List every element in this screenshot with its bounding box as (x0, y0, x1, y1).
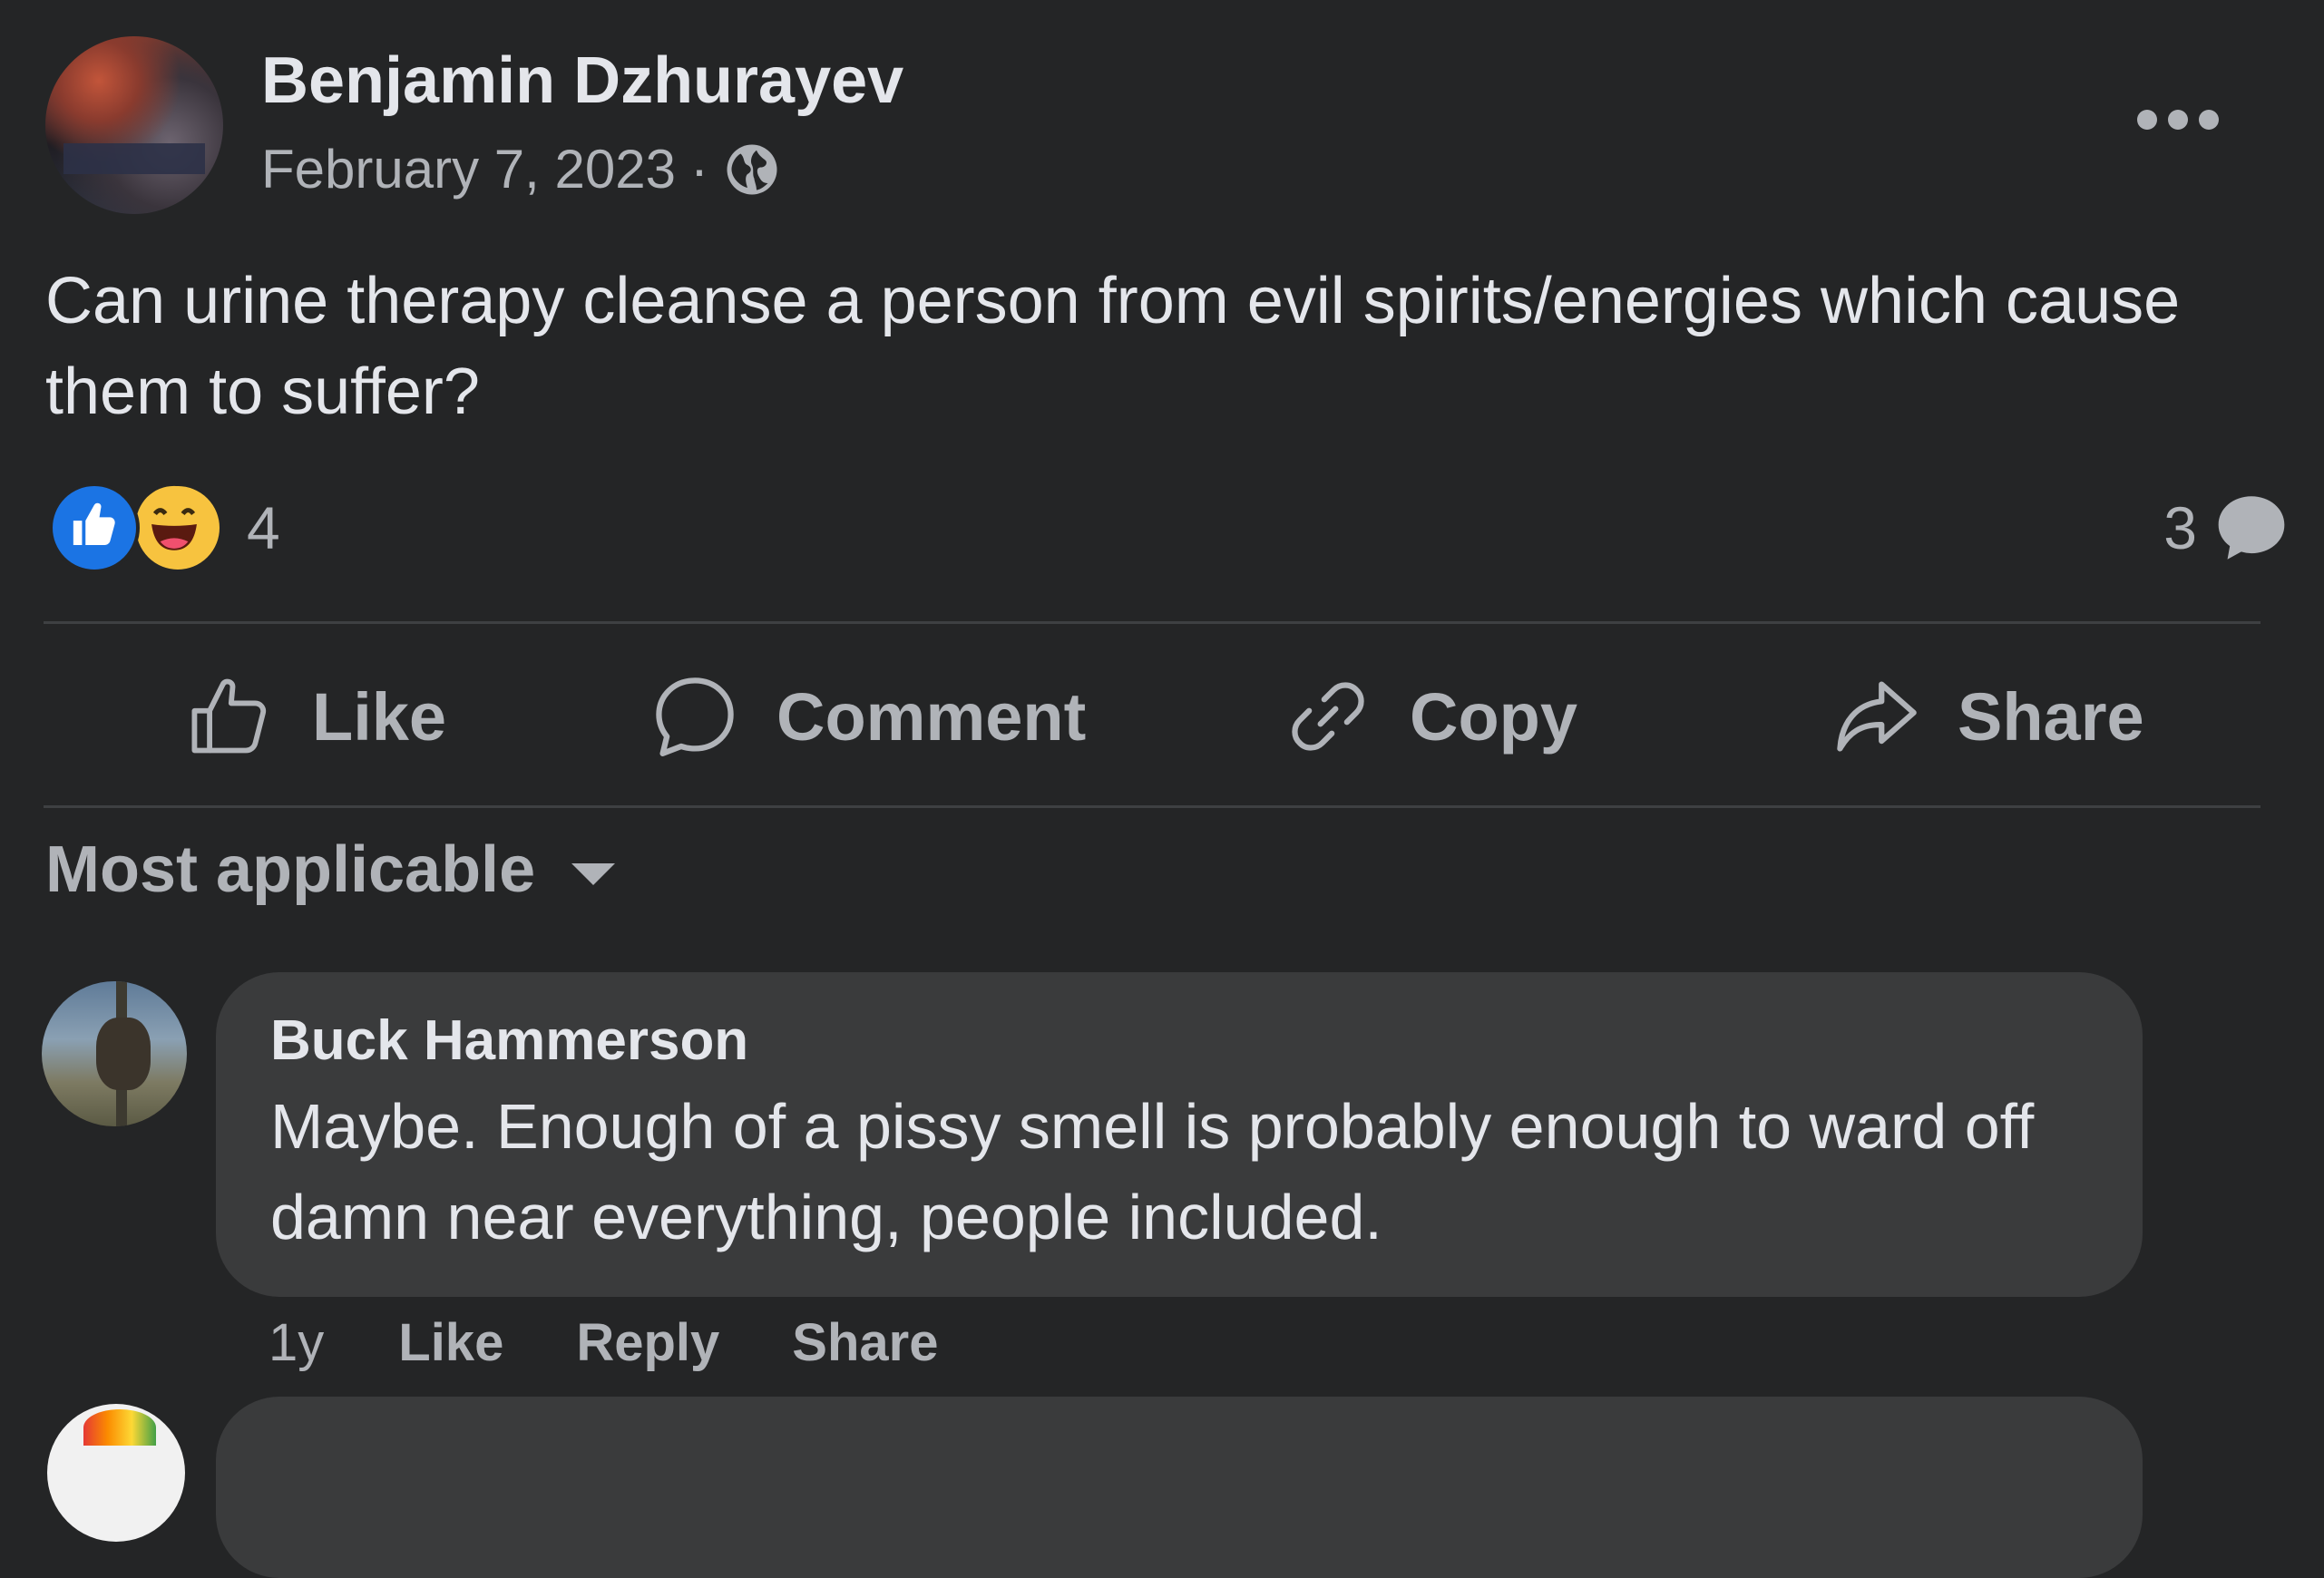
comment-count-number: 3 (2163, 494, 2197, 561)
comment-actions: 1y Like Reply Share (269, 1306, 938, 1378)
comment-label: Comment (776, 678, 1087, 755)
copy-label: Copy (1410, 678, 1577, 755)
globe-icon (727, 144, 777, 194)
reactions-summary[interactable]: 4 (49, 482, 280, 573)
comment-bubble-icon (2218, 496, 2285, 560)
post-date[interactable]: February 7, 2023 (261, 138, 676, 200)
comment-sort-dropdown[interactable]: Most applicable (45, 833, 616, 907)
next-comment-bubble (216, 1397, 2143, 1578)
haha-reaction-icon (132, 482, 223, 573)
author-name[interactable]: Benjamin Dzhurayev (261, 44, 903, 118)
comment-like-button[interactable]: Like (398, 1312, 503, 1373)
next-commenter-avatar[interactable] (47, 1404, 185, 1542)
meta-separator: · (689, 139, 708, 200)
author-avatar[interactable] (45, 36, 223, 214)
like-button[interactable]: Like (185, 662, 446, 771)
divider-bottom (44, 805, 2261, 808)
post-meta: February 7, 2023 · (261, 138, 779, 200)
commenter-name[interactable]: Buck Hammerson (270, 1008, 748, 1073)
share-label: Share (1958, 678, 2144, 755)
comment-share-button[interactable]: Share (792, 1312, 938, 1373)
comment-icon (656, 677, 734, 756)
link-icon (1292, 682, 1364, 751)
comment-age[interactable]: 1y (269, 1312, 324, 1373)
share-icon (1837, 681, 1917, 752)
sort-label: Most applicable (45, 833, 536, 906)
thumbs-up-icon (191, 678, 267, 754)
comment-text: Maybe. Enough of a pissy smell is probab… (270, 1091, 2035, 1252)
comment-button[interactable]: Comment (649, 662, 1086, 771)
post-text: Can urine therapy cleanse a person from … (45, 265, 2181, 428)
divider-top (44, 621, 2261, 624)
commenter-avatar[interactable] (42, 981, 187, 1126)
reaction-count: 4 (247, 494, 280, 561)
comment-count[interactable]: 3 (2163, 486, 2288, 570)
comment-reply-button[interactable]: Reply (576, 1312, 719, 1373)
like-reaction-icon (49, 482, 140, 573)
caret-down-icon (571, 863, 616, 885)
share-button[interactable]: Share (1831, 662, 2144, 771)
more-options-icon[interactable] (2137, 102, 2219, 138)
copy-button[interactable]: Copy (1283, 662, 1577, 771)
like-label: Like (312, 678, 447, 755)
